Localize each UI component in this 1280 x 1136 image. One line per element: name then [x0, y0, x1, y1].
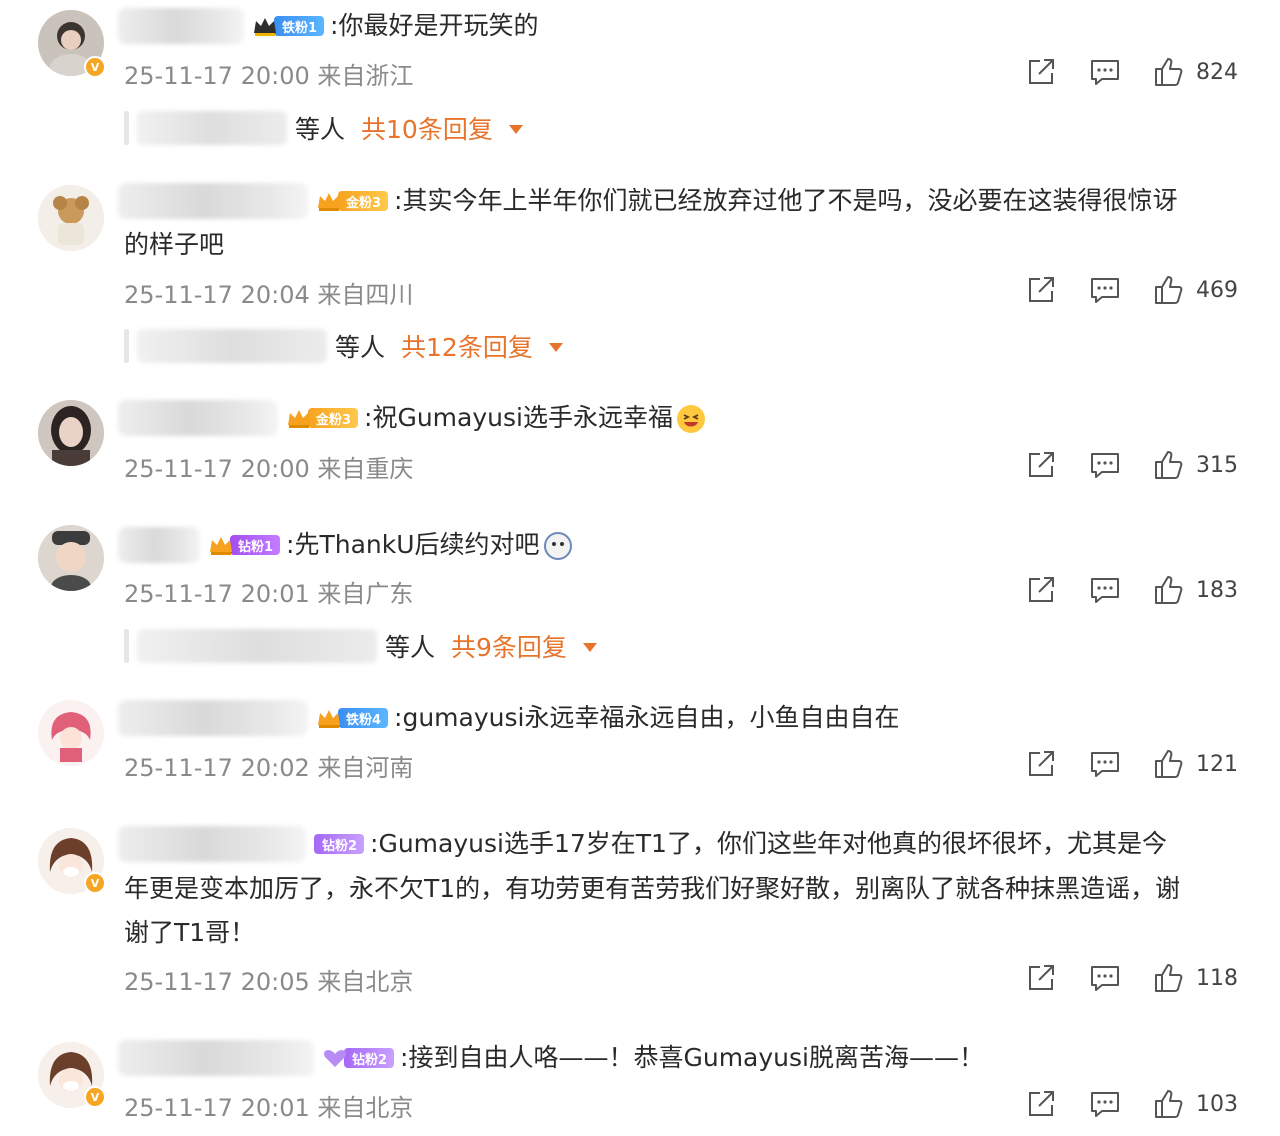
comment-text-continued: 谢了T1哥！ — [124, 918, 256, 947]
fan-badge: 钻粉2 — [314, 833, 365, 855]
username-blurred[interactable] — [118, 400, 278, 436]
reply-usernames-blurred — [137, 111, 287, 145]
comment-icon[interactable] — [1088, 573, 1122, 607]
like-count: 183 — [1196, 577, 1238, 603]
verified-icon: V — [84, 56, 106, 78]
comment-icon[interactable] — [1088, 747, 1122, 781]
comment-icon[interactable] — [1088, 448, 1122, 482]
comment-text: :Gumayusi选手17岁在T1了，你们这些年对他真的很坏很坏，尤其是今 — [370, 829, 1167, 858]
like-count: 469 — [1196, 277, 1238, 303]
username-blurred[interactable] — [118, 826, 306, 862]
doge-emoji-icon — [543, 532, 572, 560]
thumbs-up-icon — [1155, 576, 1183, 604]
comment-icon[interactable] — [1088, 55, 1122, 89]
comment-meta: 25-11-17 20:00 来自浙江 — [124, 62, 414, 90]
comment-text-continued: 年更是变本加厉了，永不欠T1的，有功劳更有苦劳我们好聚好散，别离队了就各种抹黑造… — [124, 874, 1181, 903]
reply-count-link[interactable]: 共12条回复 — [401, 328, 533, 364]
chevron-down-icon[interactable] — [548, 343, 563, 352]
fan-badge: 铁粉1 — [252, 15, 325, 37]
like-button[interactable]: 183 — [1152, 573, 1238, 607]
comment-text: :你最好是开玩笑的 — [330, 11, 539, 40]
heart-icon — [324, 1050, 346, 1067]
avatar[interactable] — [38, 400, 104, 466]
share-icon[interactable] — [1024, 961, 1058, 995]
reply-summary[interactable]: 等人 共12条回复 — [124, 326, 563, 366]
comment-text: :祝Gumayusi选手永远幸福 — [364, 396, 707, 440]
crown-icon — [318, 193, 340, 211]
share-icon[interactable] — [1024, 55, 1058, 89]
username-blurred[interactable] — [118, 700, 308, 736]
username-blurred[interactable] — [118, 183, 308, 219]
comment-text: :接到自由人咯——！恭喜Gumayusi脱离苦海——！ — [400, 1043, 984, 1072]
comment-meta: 25-11-17 20:02 来自河南 — [124, 754, 414, 782]
share-icon[interactable] — [1024, 448, 1058, 482]
comment-meta: 25-11-17 20:04 来自四川 — [124, 281, 414, 309]
avatar[interactable] — [38, 525, 104, 591]
reply-count-link[interactable]: 共10条回复 — [361, 110, 493, 146]
crown-icon — [254, 18, 276, 36]
thumbs-up-icon — [1155, 1090, 1183, 1118]
like-button[interactable]: 824 — [1152, 55, 1238, 89]
fan-badge: 铁粉4 — [316, 707, 389, 729]
reply-count-link[interactable]: 共9条回复 — [451, 628, 567, 664]
share-icon[interactable] — [1024, 273, 1058, 307]
like-count: 103 — [1196, 1091, 1238, 1117]
verified-icon: V — [84, 872, 106, 894]
reply-summary[interactable]: 等人 共9条回复 — [124, 626, 597, 666]
like-button[interactable]: 121 — [1152, 747, 1238, 781]
comment-text: :先ThankU后续约对吧 — [286, 523, 573, 567]
like-button[interactable]: 118 — [1152, 961, 1238, 995]
comment-meta: 25-11-17 20:05 来自北京 — [124, 968, 414, 996]
comment-text: :其实今年上半年你们就已经放弃过他了不是吗，没必要在这装得很惊讶 — [394, 186, 1178, 215]
comment-meta: 25-11-17 20:01 来自北京 — [124, 1094, 414, 1122]
thumbs-up-icon — [1155, 276, 1183, 304]
username-blurred[interactable] — [118, 527, 200, 563]
chevron-down-icon[interactable] — [508, 125, 523, 134]
share-icon[interactable] — [1024, 1087, 1058, 1121]
crown-icon — [210, 537, 232, 555]
share-icon[interactable] — [1024, 573, 1058, 607]
share-icon[interactable] — [1024, 747, 1058, 781]
thumbs-up-icon — [1155, 58, 1183, 86]
like-count: 118 — [1196, 965, 1238, 991]
fan-badge: 钻粉1 — [208, 534, 281, 556]
comment-icon[interactable] — [1088, 1087, 1122, 1121]
comment-meta: 25-11-17 20:01 来自广东 — [124, 580, 414, 608]
fan-badge: 钻粉2 — [322, 1047, 395, 1069]
thumbs-up-icon — [1155, 964, 1183, 992]
fan-badge: 金粉3 — [286, 407, 359, 429]
like-count: 315 — [1196, 452, 1238, 478]
like-button[interactable]: 103 — [1152, 1087, 1238, 1121]
username-blurred[interactable] — [118, 8, 244, 44]
chevron-down-icon[interactable] — [582, 643, 597, 652]
laughing-emoji-icon — [676, 405, 705, 433]
reply-summary[interactable]: 等人 共10条回复 — [124, 108, 523, 148]
like-button[interactable]: 315 — [1152, 448, 1238, 482]
like-button[interactable]: 469 — [1152, 273, 1238, 307]
crown-icon — [318, 710, 340, 728]
username-blurred[interactable] — [118, 1040, 314, 1076]
reply-usernames-blurred — [137, 629, 377, 663]
like-count: 824 — [1196, 59, 1238, 85]
fan-badge: 金粉3 — [316, 190, 389, 212]
comment-icon[interactable] — [1088, 273, 1122, 307]
avatar[interactable] — [38, 700, 104, 766]
thumbs-up-icon — [1155, 451, 1183, 479]
verified-icon: V — [84, 1086, 106, 1108]
thumbs-up-icon — [1155, 750, 1183, 778]
like-count: 121 — [1196, 751, 1238, 777]
comment-text-continued: 的样子吧 — [124, 230, 225, 259]
avatar[interactable] — [38, 185, 104, 251]
comment-meta: 25-11-17 20:00 来自重庆 — [124, 455, 414, 483]
comment-icon[interactable] — [1088, 961, 1122, 995]
comment-text: :gumayusi永远幸福永远自由，小鱼自由自在 — [394, 703, 900, 732]
crown-icon — [288, 410, 310, 428]
reply-usernames-blurred — [137, 329, 327, 363]
